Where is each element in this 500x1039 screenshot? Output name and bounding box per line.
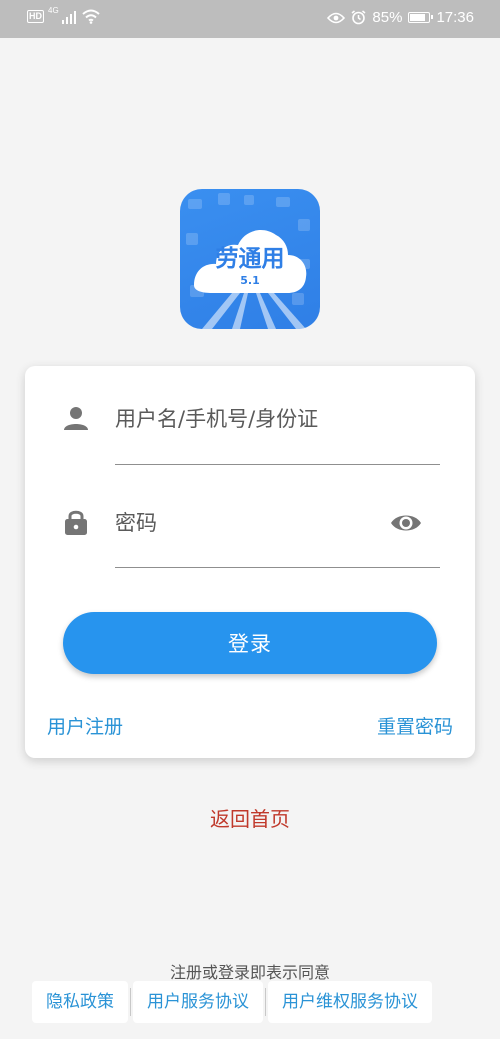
back-home-link[interactable]: 返回首页: [0, 803, 500, 832]
login-button[interactable]: 登录: [63, 612, 437, 674]
hd-icon: HD: [27, 10, 44, 23]
password-input[interactable]: [115, 503, 375, 543]
status-time: 17:36: [436, 9, 474, 26]
logo-name: 劳通用: [216, 246, 285, 272]
alarm-icon: [351, 10, 366, 25]
cloud-logo-icon: 劳通用 5.1: [186, 193, 310, 329]
lock-icon: [65, 510, 87, 535]
person-icon: [64, 407, 88, 430]
policy-divider: [130, 988, 131, 1016]
policy-links: 隐私政策 用户服务协议 用户维权服务协议: [32, 981, 432, 1023]
user-service-agreement-link[interactable]: 用户服务协议: [133, 981, 263, 1023]
show-password-icon[interactable]: [389, 506, 423, 540]
logo-version: 5.1: [240, 274, 260, 287]
policy-divider: [265, 988, 266, 1016]
user-rights-agreement-link[interactable]: 用户维权服务协议: [268, 981, 432, 1023]
status-bar: HD 4G 85% 17:36: [0, 0, 500, 38]
register-link[interactable]: 用户注册: [47, 712, 123, 739]
network-type-label: 4G: [48, 6, 59, 15]
battery-level-fill: [410, 14, 425, 21]
username-input[interactable]: [115, 399, 439, 439]
password-underline: [115, 567, 440, 568]
login-card: 登录 用户注册 重置密码: [25, 366, 475, 758]
signal-icon: [61, 10, 76, 24]
agreement-text: 注册或登录即表示同意: [169, 963, 330, 982]
reset-password-link[interactable]: 重置密码: [377, 712, 453, 739]
eye-comfort-icon: [327, 12, 346, 23]
battery-icon: [408, 12, 434, 23]
battery-percent: 85%: [372, 9, 403, 26]
privacy-policy-link[interactable]: 隐私政策: [32, 981, 128, 1023]
app-logo: 劳通用 5.1: [180, 189, 320, 329]
wifi-icon: [82, 9, 100, 24]
status-left: HD 4G: [27, 6, 101, 24]
status-right: 85% 17:36: [327, 9, 474, 26]
username-underline: [115, 464, 440, 465]
